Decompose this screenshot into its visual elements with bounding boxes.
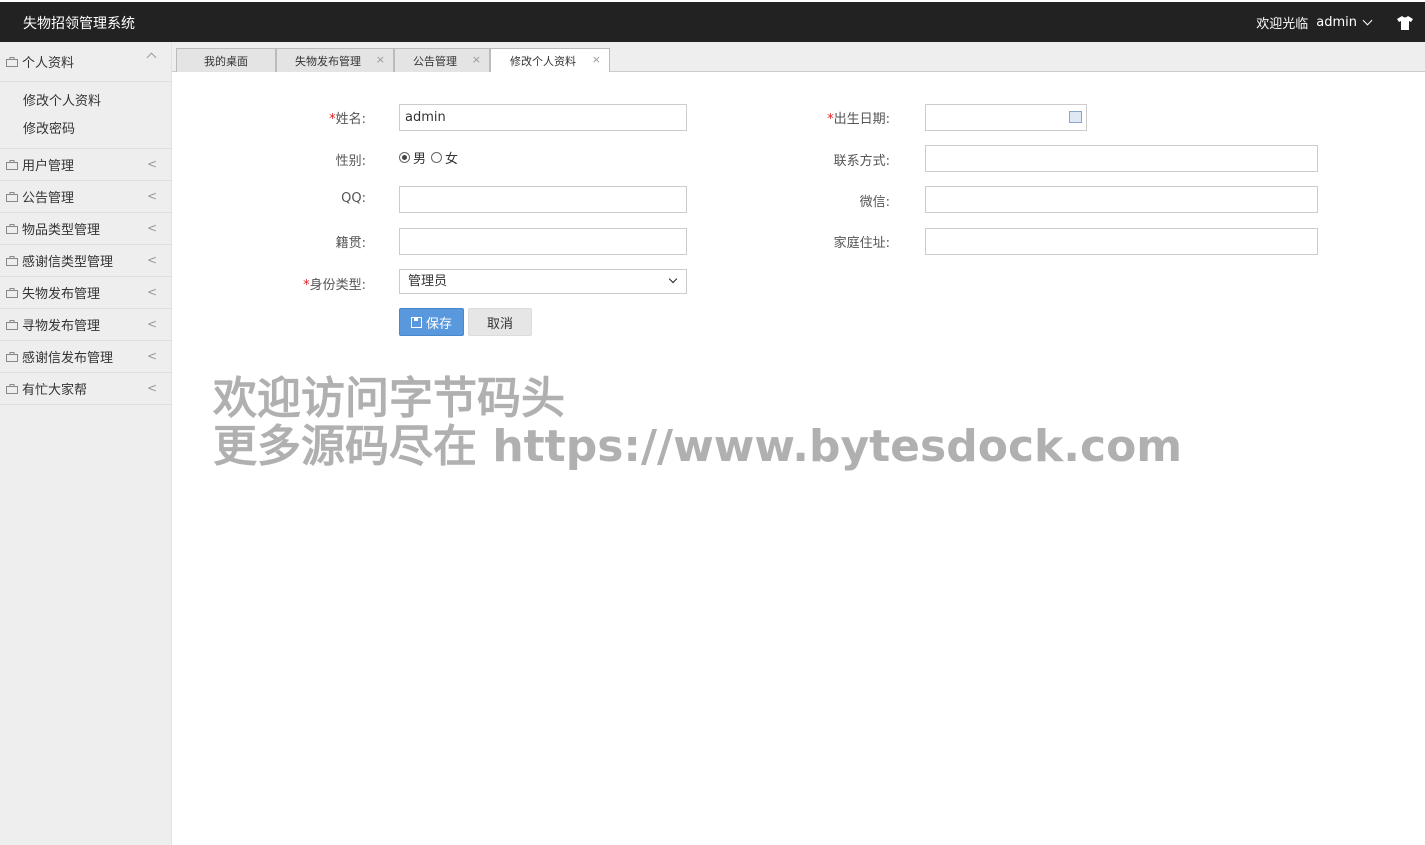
tab-lost-posts[interactable]: 失物发布管理 ×	[276, 48, 394, 72]
bag-icon	[6, 224, 18, 234]
sidebar-item-label: 公告管理	[22, 191, 75, 206]
sidebar-item-label: 寻物发布管理	[22, 319, 101, 334]
welcome-text: 欢迎光临	[1256, 17, 1309, 32]
sidebar-item-item-types[interactable]: 物品类型管理 <	[0, 213, 171, 245]
qq-input[interactable]	[399, 186, 687, 213]
bag-icon	[6, 288, 18, 298]
sidebar-item-help[interactable]: 有忙大家帮 <	[0, 373, 171, 405]
chevron-left-icon: <	[146, 253, 157, 267]
name-label: *姓名:	[276, 108, 366, 127]
sidebar-item-notices[interactable]: 公告管理 <	[0, 181, 171, 213]
identity-label-text: 身份类型:	[309, 278, 366, 293]
sidebar-item-label: 失物发布管理	[22, 287, 101, 302]
chevron-left-icon: <	[146, 349, 157, 363]
tab-label: 公告管理	[413, 54, 457, 68]
identity-select[interactable]: 管理员	[399, 269, 687, 294]
cancel-button[interactable]: 取消	[468, 308, 532, 336]
gender-male-radio[interactable]	[399, 152, 410, 163]
chevron-up-icon	[146, 52, 157, 63]
tab-label: 我的桌面	[204, 54, 248, 68]
name-input[interactable]: admin	[399, 104, 687, 131]
sidebar-item-thanks-types[interactable]: 感谢信类型管理 <	[0, 245, 171, 277]
birth-label-text: 出生日期:	[833, 112, 890, 127]
submenu-item-change-password[interactable]: 修改密码	[0, 116, 171, 144]
sidebar-item-label: 感谢信类型管理	[22, 255, 114, 270]
bag-icon	[6, 57, 18, 67]
address-label: 家庭住址:	[833, 236, 890, 251]
sidebar-item-lost-posts[interactable]: 失物发布管理 <	[0, 277, 171, 309]
identity-label: *身份类型:	[276, 274, 366, 293]
chevron-down-icon	[668, 274, 678, 284]
name-label-text: 姓名:	[335, 112, 366, 127]
gender-male-label: 男	[413, 152, 427, 167]
bag-icon	[6, 320, 18, 330]
tab-label: 修改个人资料	[510, 55, 576, 68]
wechat-input[interactable]	[925, 186, 1318, 213]
submenu-item-edit-profile[interactable]: 修改个人资料	[0, 88, 171, 116]
tab-notices[interactable]: 公告管理 ×	[394, 48, 490, 72]
watermark-line-1: 欢迎访问字节码头	[213, 373, 565, 424]
watermark-line-2: 更多源码尽在 https://www.bytesdock.com	[213, 421, 1183, 472]
sidebar-item-search-posts[interactable]: 寻物发布管理 <	[0, 309, 171, 341]
sidebar-item-users[interactable]: 用户管理 <	[0, 149, 171, 181]
sidebar-item-thanks-posts[interactable]: 感谢信发布管理 <	[0, 341, 171, 373]
save-icon	[410, 316, 422, 328]
tab-label: 失物发布管理	[295, 54, 361, 68]
wechat-label: 微信:	[859, 195, 890, 210]
sidebar-item-label: 用户管理	[22, 159, 75, 174]
qq-label: QQ:	[341, 191, 366, 206]
app-title: 失物招领管理系统	[23, 16, 135, 32]
tab-bar: 我的桌面 失物发布管理 × 公告管理 × 修改个人资料 ×	[172, 42, 1425, 73]
close-icon[interactable]: ×	[472, 53, 481, 66]
chevron-left-icon: <	[146, 381, 157, 395]
hometown-input[interactable]	[399, 228, 687, 255]
save-button[interactable]: 保存	[399, 308, 464, 336]
chevron-down-icon	[1362, 15, 1373, 26]
hometown-label: 籍贯:	[335, 236, 366, 251]
sidebar-item-label: 物品类型管理	[22, 223, 101, 238]
birth-date-input[interactable]	[925, 104, 1087, 131]
sidebar-item-label: 个人资料	[22, 56, 75, 71]
chevron-left-icon: <	[146, 285, 157, 299]
sidebar-item-profile[interactable]: 个人资料	[0, 42, 171, 82]
close-icon[interactable]: ×	[592, 53, 601, 66]
chevron-left-icon: <	[146, 317, 157, 331]
gender-radio-group: 男 女	[399, 148, 458, 167]
tab-desktop[interactable]: 我的桌面	[176, 48, 276, 72]
chevron-left-icon: <	[146, 189, 157, 203]
tab-edit-profile[interactable]: 修改个人资料 ×	[490, 48, 610, 73]
calendar-icon[interactable]	[1069, 111, 1082, 123]
sidebar: 个人资料 修改个人资料 修改密码 用户管理 < 公告管理 < 物品类型管理 < …	[0, 42, 172, 845]
bag-icon	[6, 256, 18, 266]
address-input[interactable]	[925, 228, 1318, 255]
bag-icon	[6, 192, 18, 202]
sidebar-item-label: 感谢信发布管理	[22, 351, 114, 366]
top-right-area: 欢迎光临 admin	[1256, 13, 1413, 32]
submenu-profile: 修改个人资料 修改密码	[0, 82, 171, 149]
contact-input[interactable]	[925, 145, 1318, 172]
chevron-left-icon: <	[146, 157, 157, 171]
gender-female-label: 女	[445, 152, 459, 167]
bag-icon	[6, 384, 18, 394]
save-button-label: 保存	[425, 316, 452, 332]
gender-female-radio[interactable]	[431, 152, 443, 163]
identity-select-value: 管理员	[408, 274, 448, 289]
shirt-icon[interactable]	[1397, 15, 1413, 30]
top-bar: 失物招领管理系统 欢迎光临 admin	[0, 0, 1425, 42]
bag-icon	[6, 160, 18, 170]
contact-label: 联系方式:	[833, 154, 890, 169]
username: admin	[1316, 15, 1357, 30]
gender-label: 性别:	[335, 154, 366, 169]
close-icon[interactable]: ×	[376, 53, 385, 66]
birth-label: *出生日期:	[800, 108, 890, 127]
chevron-left-icon: <	[146, 221, 157, 235]
sidebar-item-label: 有忙大家帮	[22, 383, 88, 398]
user-menu[interactable]: admin	[1316, 15, 1373, 30]
bag-icon	[6, 352, 18, 362]
